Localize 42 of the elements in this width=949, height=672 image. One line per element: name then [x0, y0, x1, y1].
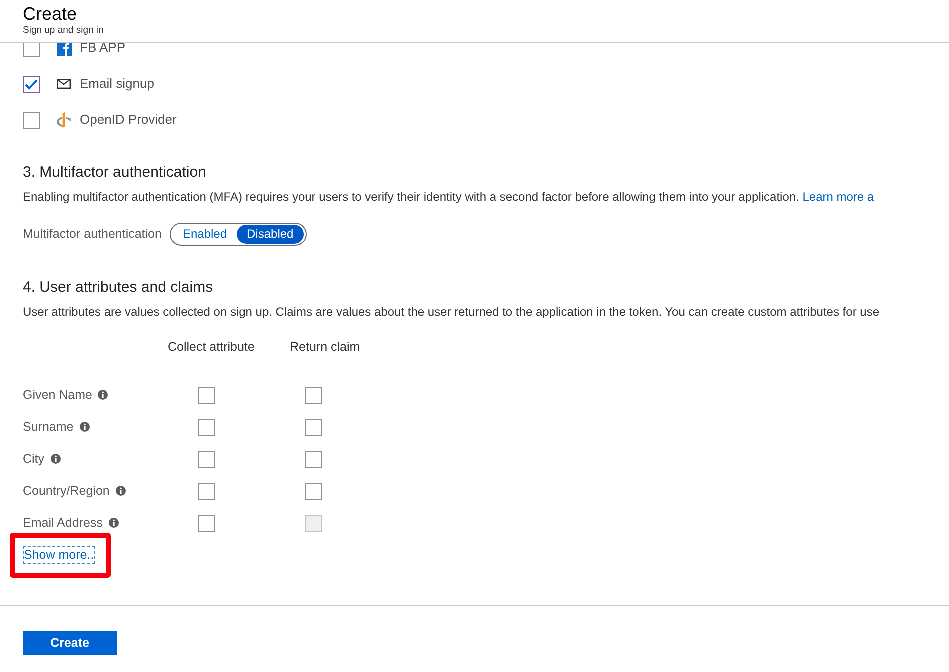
section-description: User attributes are values collected on sign up. Claims are values about the user returned to the application in the token. You can create custom attributes for use — [23, 304, 880, 321]
provider-label: OpenID Provider — [80, 112, 177, 128]
attribute-label: Given Name — [23, 388, 92, 402]
info-icon — [50, 454, 61, 464]
column-header: Return claim — [290, 339, 360, 356]
toggle-option[interactable]: Enabled — [172, 224, 238, 244]
section-heading: 3. Multifactor authentication — [23, 163, 206, 183]
attribute-label: City — [23, 452, 45, 466]
checkbox[interactable] — [198, 386, 215, 404]
section-description: Enabling multifactor authentication (MFA) requires your users to verify their identity with a second factor before allowing them into your application. Learn more a — [23, 189, 874, 206]
page-subtitle: Sign up and sign in — [23, 25, 104, 37]
checkbox[interactable] — [305, 450, 322, 468]
attribute-label: Country/Region — [23, 484, 110, 498]
learn-more-link[interactable]: Learn more a — [802, 190, 874, 204]
section-heading: 4. User attributes and claims — [23, 278, 214, 298]
page-title: Create — [23, 3, 78, 25]
toggle-option[interactable]: Disabled — [237, 224, 304, 244]
info-icon — [116, 486, 126, 496]
checkbox[interactable] — [198, 450, 215, 468]
field-label: Multifactor authentication — [23, 227, 162, 241]
create-button[interactable]: Create — [23, 631, 117, 655]
envelope-icon — [57, 79, 71, 89]
attribute-label: Surname — [23, 420, 74, 434]
attribute-label: Email Address — [23, 516, 103, 530]
info-icon — [98, 390, 108, 400]
checkbox[interactable] — [198, 482, 215, 500]
checkbox[interactable] — [23, 43, 40, 56]
checkbox[interactable] — [23, 76, 40, 92]
checkbox[interactable] — [305, 482, 322, 500]
provider-label: Email signup — [80, 76, 154, 92]
checkbox[interactable] — [305, 386, 322, 404]
check-icon — [25, 78, 38, 90]
checkbox[interactable] — [305, 418, 322, 436]
info-icon — [80, 422, 90, 432]
checkbox[interactable] — [23, 112, 40, 128]
info-icon — [108, 518, 119, 528]
column-header: Collect attribute — [168, 339, 255, 356]
provider-logo-icon — [56, 112, 72, 128]
provider-label: FB APP — [80, 43, 126, 56]
checkbox[interactable] — [198, 418, 215, 436]
show-more-link[interactable]: Show more.. — [23, 546, 96, 564]
checkbox[interactable] — [198, 514, 215, 532]
